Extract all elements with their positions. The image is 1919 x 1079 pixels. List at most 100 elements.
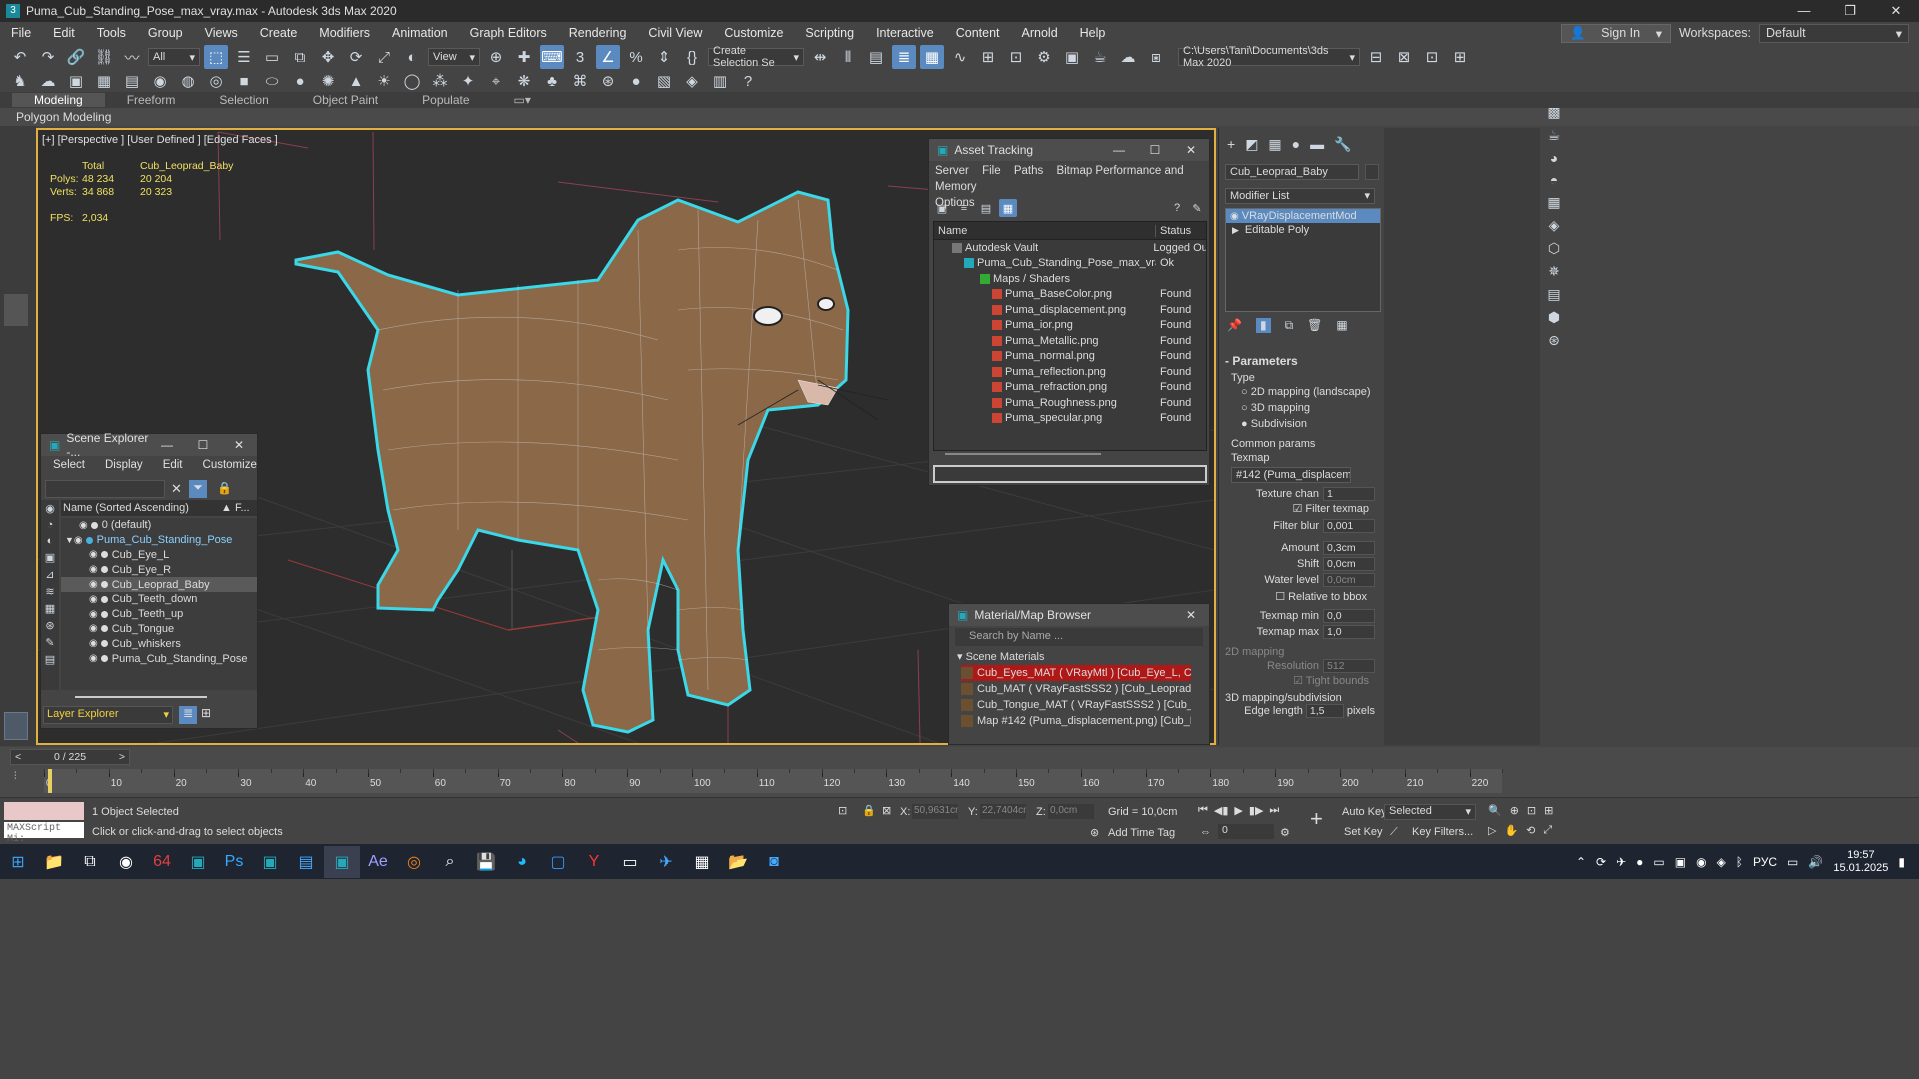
menu-customize[interactable]: Customize — [713, 26, 794, 40]
tray-wifi-icon[interactable]: ▭ — [1787, 855, 1798, 869]
table-row[interactable]: Puma_refraction.png Found — [934, 380, 1206, 396]
texmap-max-spinner[interactable]: 1,0 — [1323, 625, 1375, 639]
layout-thumbnail[interactable] — [4, 712, 28, 740]
filter-blur-spinner[interactable]: 0,001 — [1323, 519, 1375, 533]
modifier-list-select[interactable]: Modifier List ▾ — [1225, 188, 1375, 204]
store-icon[interactable]: ▢ — [540, 846, 576, 878]
render-icon[interactable]: ◓ — [1550, 172, 1558, 188]
z-coordinate-field[interactable]: 0,0cm — [1048, 804, 1094, 819]
se-col-f[interactable]: ▲ F... — [221, 502, 250, 514]
viewport-layout-tab[interactable] — [4, 294, 28, 326]
se-menu-customize[interactable]: Customize — [203, 459, 257, 471]
unlink-icon[interactable]: ⛓ — [92, 45, 116, 69]
proxy-tool-icon[interactable]: ⊛ — [596, 69, 620, 93]
menu-views[interactable]: Views — [194, 26, 249, 40]
link-icon[interactable]: 🔗 — [64, 45, 88, 69]
maximize-icon[interactable]: ☐ — [185, 438, 221, 452]
layers-icon[interactable]: ≣ — [179, 706, 197, 724]
time-config-icon[interactable]: ⚙ — [1280, 826, 1290, 839]
texmap-button[interactable]: #142 (Puma_displacement.p — [1231, 467, 1351, 483]
sky-light-icon[interactable]: ◯ — [400, 69, 424, 93]
current-frame-field[interactable]: 0 — [1218, 824, 1274, 839]
vray-icon[interactable]: ◈ — [1549, 217, 1560, 234]
eye-icon[interactable]: ◉ — [89, 564, 98, 575]
zoom-extents-all-icon[interactable]: ⊞ — [1544, 804, 1553, 817]
menu-modifiers[interactable]: Modifiers — [308, 26, 381, 40]
rect-selection-icon[interactable]: ▭ — [260, 45, 284, 69]
eye-icon[interactable]: ◉ — [89, 638, 98, 649]
table-row[interactable]: Puma_ior.png Found — [934, 318, 1206, 334]
viewport-label[interactable]: [+] [Perspective ] [User Defined ] [Edge… — [42, 134, 278, 146]
list-item[interactable]: ◉ Puma_Cub_Standing_Pose — [61, 651, 257, 666]
tray-monitor-icon[interactable]: ▭ — [1653, 855, 1664, 869]
table-row[interactable]: Puma_specular.png Found — [934, 411, 1206, 427]
list-item[interactable]: Cub_Eyes_MAT ( VRayMtl ) [Cub_Eye_L, Cub… — [961, 665, 1191, 681]
reference-coordinate-select[interactable]: View ▾ — [428, 48, 480, 66]
eye-icon[interactable]: ◉ — [89, 579, 98, 590]
notepad-icon[interactable]: ▤ — [288, 846, 324, 878]
after-effects-icon[interactable]: Ae — [360, 846, 396, 878]
menu-animation[interactable]: Animation — [381, 26, 459, 40]
teapot-tool-icon[interactable]: ◍ — [176, 69, 200, 93]
select-object-icon[interactable]: ⬚ — [204, 45, 228, 69]
list-item[interactable]: Cub_MAT ( VRayFastSSS2 ) [Cub_Leoprad_Ba… — [961, 681, 1191, 697]
render-setup-icon[interactable]: ⚙ — [1032, 45, 1056, 69]
bind-space-warp-icon[interactable]: 〰 — [120, 45, 144, 69]
next-frame-icon[interactable]: ▮▶ — [1249, 804, 1264, 817]
vpn-icon[interactable]: ◎ — [396, 846, 432, 878]
tray-telegram-icon[interactable]: ✈ — [1616, 855, 1626, 869]
display-cameras-icon[interactable]: ▣ — [45, 551, 55, 564]
help-icon[interactable]: ? — [1169, 199, 1185, 217]
vray-render-icon[interactable]: ◈ — [680, 69, 704, 93]
key-filters-button[interactable]: Key Filters... — [1412, 826, 1473, 838]
absolute-mode-icon[interactable]: ⊠ — [882, 804, 891, 817]
maxscript-mini-listener[interactable]: MAXScript Mi: — [4, 822, 84, 845]
go-to-start-icon[interactable]: ⏮ — [1198, 804, 1208, 817]
project-path-select[interactable]: C:\Users\Tani\Documents\3ds Max 2020 ▾ — [1178, 45, 1360, 69]
select-manipulate-icon[interactable]: ✚ — [512, 45, 536, 69]
vault-icon[interactable]: ▣ — [933, 199, 951, 217]
table-row[interactable]: Puma_BaseColor.png Found — [934, 287, 1206, 303]
amount-spinner[interactable]: 0,3cm — [1323, 541, 1375, 555]
photoshop-icon[interactable]: Ps — [216, 846, 252, 878]
grid-icon[interactable]: ▦ — [1547, 194, 1560, 211]
relative-to-bbox-checkbox[interactable]: ☐ Relative to bbox — [1225, 590, 1375, 608]
window-crossing-icon[interactable]: ⧉ — [288, 45, 312, 69]
eye-icon[interactable]: ◉ — [89, 653, 98, 664]
asset-tracking-titlebar[interactable]: ▣ Asset Tracking — ☐ ✕ — [929, 139, 1209, 161]
table-row[interactable]: Puma_normal.png Found — [934, 349, 1206, 365]
add-time-tag[interactable]: Add Time Tag — [1108, 827, 1175, 839]
eye-icon[interactable]: ◉ — [1230, 211, 1239, 222]
chevron-left-icon[interactable]: < — [15, 751, 21, 763]
display-xrefs-icon[interactable]: ⊛ — [45, 619, 54, 632]
radio-2d-mapping[interactable]: ○ 2D mapping (landscape) — [1241, 384, 1375, 400]
eye-icon[interactable]: ◉ — [89, 549, 98, 560]
menu-tools[interactable]: Tools — [86, 26, 137, 40]
tab-selection[interactable]: Selection — [197, 93, 290, 107]
minimize-icon[interactable]: — — [1101, 143, 1137, 157]
scene-explorer-titlebar[interactable]: ▣ Scene Explorer -... — ☐ ✕ — [41, 431, 257, 459]
menu-arnold[interactable]: Arnold — [1011, 26, 1069, 40]
expand-arrow-icon[interactable]: ▶ — [1232, 225, 1239, 236]
start-menu-icon[interactable]: ⊞ — [0, 846, 36, 878]
time-tag-icon[interactable]: ⊛ — [1090, 826, 1099, 839]
eye-icon[interactable]: ◉ — [74, 535, 83, 546]
y-coordinate-field[interactable]: 22,7404cm — [980, 804, 1026, 819]
project-folder-icon[interactable]: ⊟ — [1364, 45, 1388, 69]
list-item[interactable]: ◉ Cub_Eye_L — [61, 548, 257, 563]
tray-nvidia-icon[interactable]: ◉ — [1696, 855, 1706, 869]
menu-create[interactable]: Create — [249, 26, 309, 40]
radio-subdivision[interactable]: ● Subdivision — [1241, 416, 1375, 432]
x-coordinate-field[interactable]: 50,9631cm — [912, 804, 958, 819]
tray-display-icon[interactable]: ▣ — [1675, 855, 1686, 869]
snapshot-icon[interactable]: ⊛ — [1548, 332, 1560, 349]
set-key-button[interactable]: Set Key — [1344, 826, 1383, 838]
set-key-big-icon[interactable]: + — [1310, 806, 1323, 832]
menu-edit[interactable]: Edit — [42, 26, 86, 40]
eye-icon[interactable]: ◉ — [89, 623, 98, 634]
se-menu-display[interactable]: Display — [105, 459, 143, 471]
animated-tool-icon[interactable]: ♞ — [8, 69, 32, 93]
sphere-primitive-icon[interactable]: ● — [288, 69, 312, 93]
placement-icon[interactable]: ◐ — [400, 45, 424, 69]
sphere-tool-icon[interactable]: ◎ — [204, 69, 228, 93]
